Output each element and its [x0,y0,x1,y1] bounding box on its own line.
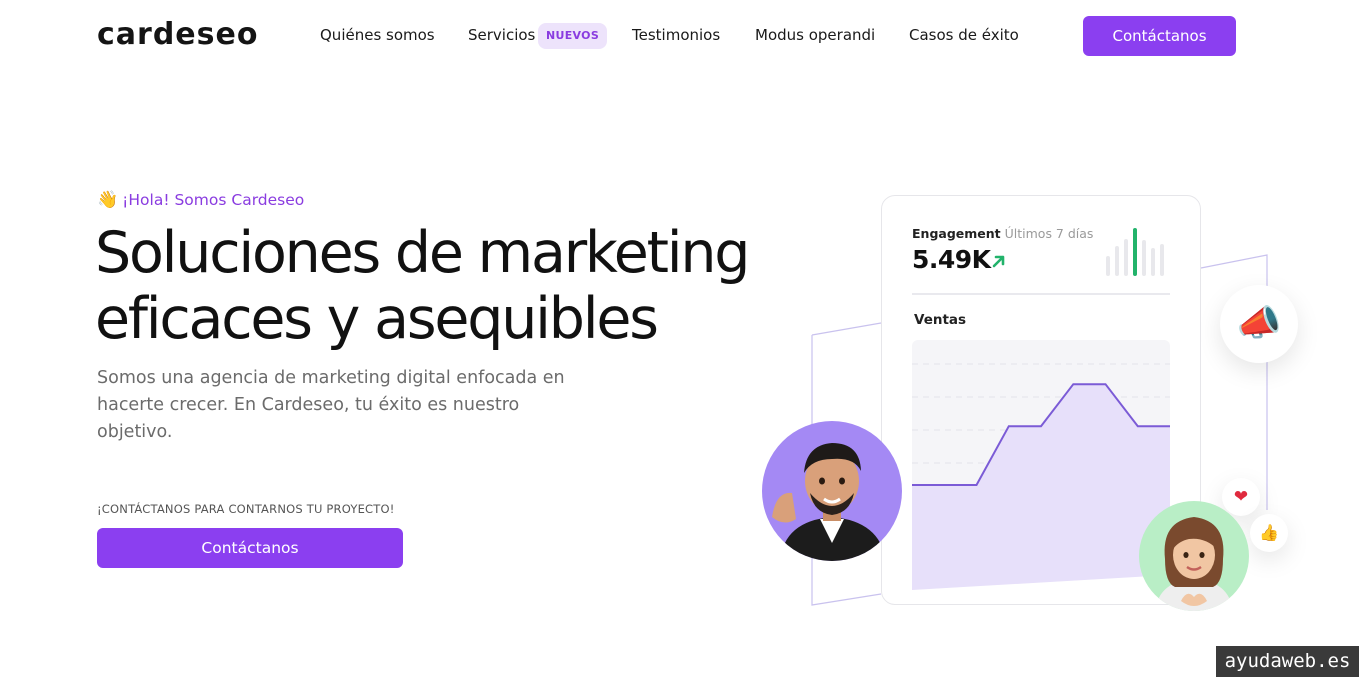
nav-link-quienes-somos[interactable]: Quiénes somos [320,26,435,44]
waving-hand-icon: 👋 [97,190,119,210]
logo[interactable]: cardeseo [97,17,258,52]
contact-button[interactable]: Contáctanos [1083,16,1236,56]
engagement-mini-bars [1106,228,1164,276]
nav-link-casos-exito[interactable]: Casos de éxito [909,26,1019,44]
megaphone-icon: 📣 [1220,285,1298,363]
hero-greeting: 👋 ¡Hola! Somos Cardeseo [97,190,304,210]
sales-label: Ventas [914,312,967,328]
greeting-text: ¡Hola! Somos Cardeseo [122,191,305,209]
nav-link-testimonios[interactable]: Testimonios [632,26,720,44]
engagement-label: Engagement Últimos 7 días [912,226,1094,241]
thumbs-up-icon: 👍 [1250,514,1288,552]
hero-illustration: Engagement Últimos 7 días 5.49K Ventas 📣 … [740,180,1320,620]
engagement-value: 5.49K [912,245,991,274]
headline-line-1: Soluciones de marketing [95,220,750,286]
heart-icon: ❤ [1222,478,1260,516]
new-badge: NUEVOS [538,23,608,49]
hero-description: Somos una agencia de marketing digital e… [97,368,565,442]
top-navigation: cardeseo Quiénes somos Servicios NUEVOS … [0,0,1366,72]
trend-up-icon [992,255,1005,268]
avatar-male [762,421,902,561]
watermark: ayudaweb.es [1216,646,1359,677]
avatar-female [1139,501,1249,611]
hero-headline: Soluciones de marketing eficaces y asequ… [95,220,795,352]
nav-link-modus-operandi[interactable]: Modus operandi [755,26,875,44]
card-divider [912,293,1170,295]
headline-line-2: eficaces y asequibles [95,286,659,352]
nav-link-servicios[interactable]: Servicios [468,26,535,44]
hero-contact-button[interactable]: Contáctanos [97,528,403,568]
engagement-period: Últimos 7 días [1004,226,1094,241]
cta-caption: ¡CONTÁCTANOS PARA CONTARNOS TU PROYECTO! [97,502,395,516]
sales-chart [912,340,1170,590]
